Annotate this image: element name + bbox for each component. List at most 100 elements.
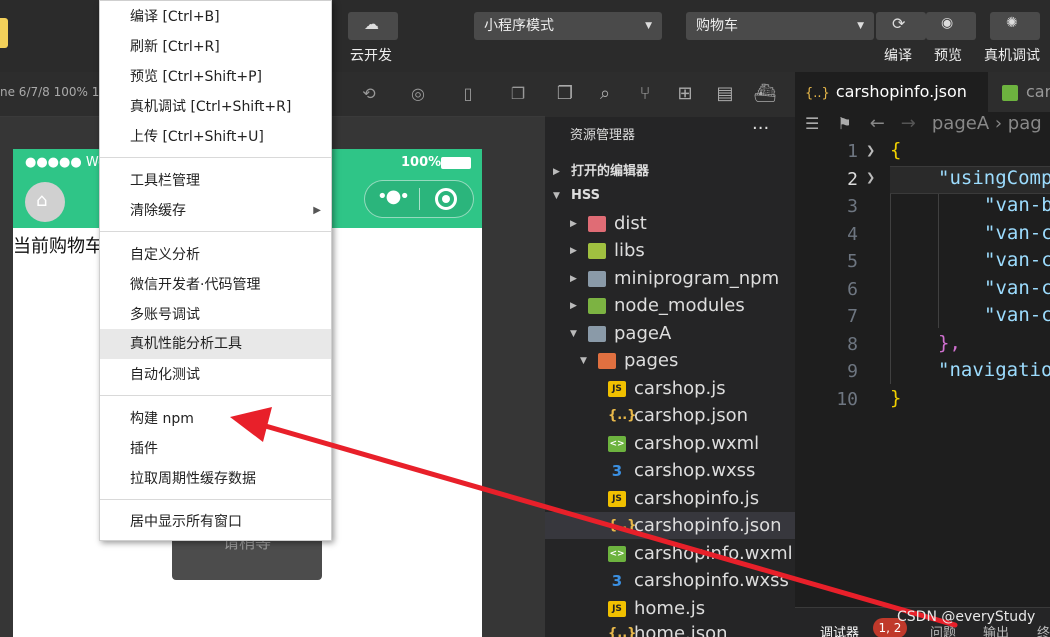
remote-debug-button[interactable]: ✺ — [990, 12, 1040, 40]
bookmark-icon[interactable]: ⚑ — [837, 114, 851, 133]
compile-button[interactable]: ⟳ — [876, 12, 926, 40]
menu-item-clear-cache[interactable]: 清除缓存 ▶ — [100, 196, 331, 226]
explorer-more-button[interactable]: ··· — [752, 118, 769, 139]
battery-icon — [441, 157, 471, 169]
fold-chevron-icon[interactable]: ❯ — [866, 171, 875, 184]
tree-item-file[interactable]: 3 carshopinfo.wxss — [608, 567, 789, 594]
device-info[interactable]: ne 6/7/8 100% 15 — [0, 85, 107, 99]
close-mini-icon[interactable] — [435, 188, 457, 210]
line-number: 2 — [847, 169, 858, 190]
chevron-right-icon: ▶ — [570, 273, 577, 284]
menu-item-pull-cache[interactable]: 拉取周期性缓存数据 — [100, 464, 331, 494]
tree-item-file[interactable]: JS home.js — [608, 595, 705, 622]
back-arrow-icon[interactable]: ← — [870, 113, 885, 134]
folder-icon — [588, 271, 606, 287]
tree-label: miniprogram_npm — [614, 268, 780, 289]
storage-icon[interactable]: ▤ — [713, 82, 737, 106]
tree-label: carshopinfo.json — [634, 515, 782, 536]
menu-item-toolbar-manage[interactable]: 工具栏管理 — [100, 166, 331, 196]
tree-item-file[interactable]: JS carshop.js — [608, 375, 726, 402]
menu-item-refresh[interactable]: 刷新 [Ctrl+R] — [100, 32, 331, 62]
home-icon: ⌂ — [36, 190, 48, 211]
tree-item-node-modules[interactable]: ▶ node_modules — [570, 292, 745, 319]
line-number: 7 — [847, 306, 858, 327]
menu-item-build-npm[interactable]: 构建 npm — [100, 404, 331, 434]
remote-debug-label[interactable]: 真机调试 — [984, 45, 1040, 65]
json-file-icon: {..} — [608, 626, 637, 637]
menu-item-custom-analysis[interactable]: 自定义分析 — [100, 240, 331, 270]
line-number: 10 — [836, 389, 858, 410]
menu-item-upload[interactable]: 上传 [Ctrl+Shift+U] — [100, 122, 331, 152]
extensions-icon[interactable]: ⊞ — [673, 82, 697, 106]
tree-item-dist[interactable]: ▶ dist — [570, 210, 647, 237]
js-file-icon: JS — [608, 601, 626, 617]
project-section[interactable]: ▼ HSS — [553, 188, 600, 203]
more-icon[interactable]: •●• — [377, 186, 410, 207]
files-icon[interactable]: ❐ — [553, 82, 577, 106]
json-file-icon: {..} — [608, 518, 637, 533]
menu-item-multi-account[interactable]: 多账号调试 — [100, 300, 331, 330]
list-icon[interactable]: ☰ — [805, 114, 819, 133]
cart-text: 当前购物车 — [13, 236, 103, 257]
git-icon[interactable]: ⑂ — [633, 82, 657, 106]
preview-label[interactable]: 预览 — [934, 45, 962, 65]
fold-chevron-icon[interactable]: ❯ — [866, 144, 875, 157]
tree-item-file[interactable]: <> carshop.wxml — [608, 430, 759, 457]
activity-bar: ❐ ⌕ ⑂ ⊞ ▤ ⛴ — [545, 72, 795, 117]
json-file-icon: {..} — [608, 408, 637, 423]
tree-item-pageA[interactable]: ▼ pageA — [570, 320, 671, 347]
tree-label: home.js — [634, 598, 706, 619]
menu-item-compile[interactable]: 编译 [Ctrl+B] — [100, 2, 331, 32]
tree-item-pages[interactable]: ▼ pages — [580, 347, 678, 374]
tree-item-file[interactable]: {..}home.json — [608, 620, 728, 637]
home-button[interactable]: ⌂ — [25, 182, 65, 222]
open-editors-label: 打开的编辑器 — [571, 164, 650, 179]
menu-separator — [100, 499, 331, 500]
tree-item-file[interactable]: JS carshopinfo.js — [608, 485, 759, 512]
code-line-9: "navigatio — [938, 359, 1050, 381]
debugger-tab[interactable]: 调试器 — [820, 622, 859, 637]
app-logo — [0, 18, 8, 48]
code-line-4: "van-c — [984, 222, 1050, 244]
menu-item-automation-test[interactable]: 自动化测试 — [100, 360, 331, 390]
chevron-down-icon: ▼ — [857, 21, 864, 31]
search-icon[interactable]: ⌕ — [593, 82, 617, 106]
menu-item-preview[interactable]: 预览 [Ctrl+Shift+P] — [100, 62, 331, 92]
capsule-button[interactable]: •●• — [364, 180, 474, 218]
stop-icon[interactable]: ◎ — [408, 84, 428, 104]
tree-item-file[interactable]: 3 carshop.wxss — [608, 457, 756, 484]
terminal-tab[interactable]: 终 — [1037, 622, 1050, 637]
docker-icon[interactable]: ⛴ — [753, 82, 777, 106]
chevron-right-icon: ▶ — [570, 218, 577, 229]
tab-carshopinfo-json[interactable]: {..}carshopinfo.json ✕ — [795, 72, 988, 143]
open-editors-section[interactable]: ▶ 打开的编辑器 — [553, 160, 649, 179]
chevron-down-icon: ▼ — [570, 328, 577, 339]
breadcrumb-path: pageA › pag — [931, 113, 1042, 134]
menu-item-remote-debug[interactable]: 真机调试 [Ctrl+Shift+R] — [100, 92, 331, 122]
forward-arrow-icon[interactable]: → — [901, 113, 916, 134]
menu-item-center-windows[interactable]: 居中显示所有窗口 — [100, 507, 331, 537]
menu-item-code-management[interactable]: 微信开发者·代码管理 — [100, 270, 331, 300]
window-icon[interactable]: ❐ — [508, 84, 528, 104]
cloud-dev-button[interactable]: ☁ — [348, 12, 398, 40]
tree-item-libs[interactable]: ▶ libs — [570, 237, 645, 264]
tree-item-miniprogram-npm[interactable]: ▶ miniprogram_npm — [570, 265, 779, 292]
compile-label[interactable]: 编译 — [884, 45, 912, 65]
tree-item-file[interactable]: {..}carshop.json — [608, 402, 748, 429]
tree-label: carshop.js — [634, 378, 726, 399]
bug-icon: ✺ — [1006, 15, 1018, 31]
menu-item-perf-analysis[interactable]: 真机性能分析工具 — [100, 329, 331, 359]
tree-item-file[interactable]: <> carshopinfo.wxml — [608, 540, 793, 567]
folder-icon — [588, 298, 606, 314]
rotate-icon[interactable]: ⟲ — [359, 84, 379, 104]
preview-button[interactable]: ◉ — [926, 12, 976, 40]
cloud-dev-label[interactable]: 云开发 — [350, 45, 392, 65]
mode-select[interactable]: 小程序模式 ▼ — [474, 12, 662, 40]
tab-second[interactable]: car — [988, 72, 1050, 112]
compile-mode-select[interactable]: 购物车 ▼ — [686, 12, 874, 40]
refresh-icon: ⟳ — [892, 14, 906, 33]
breadcrumb[interactable]: ☰ ⚑ ← → pageA › pag — [805, 113, 1042, 134]
menu-item-plugins[interactable]: 插件 — [100, 434, 331, 464]
tree-item-file-selected[interactable]: {..}carshopinfo.json — [545, 512, 795, 539]
phone-icon[interactable]: ▯ — [458, 84, 478, 104]
